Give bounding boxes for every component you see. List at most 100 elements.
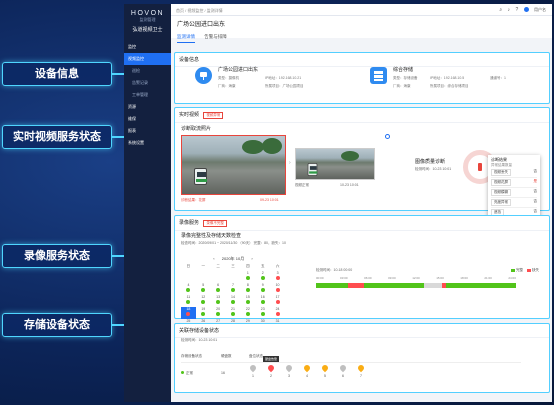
calendar-day[interactable]: 19 <box>196 307 211 319</box>
calendar-day[interactable]: 3 <box>270 271 285 283</box>
nav-item-inspection[interactable]: 巡检 <box>124 65 171 77</box>
tree-shape <box>341 151 359 161</box>
disk-slot-marker <box>248 363 258 373</box>
tree-shape <box>262 138 282 154</box>
calendar-day[interactable]: 20 <box>211 307 226 319</box>
record-title: 录像服务 <box>179 220 200 226</box>
nav-item-alarms[interactable]: 告警记录 <box>124 77 171 89</box>
calendar-header: ‹ 2020年 10月 › <box>181 256 285 262</box>
user-name[interactable]: 用户名 <box>534 7 546 12</box>
calendar-day[interactable]: 15 <box>240 295 255 307</box>
status-dot <box>181 371 184 374</box>
disk-slot[interactable]: 4 <box>302 363 312 378</box>
calendar-day[interactable]: 10 <box>270 283 285 295</box>
popup-row-value: 否 <box>533 199 538 203</box>
calendar-day[interactable]: 5 <box>196 283 211 295</box>
calendar-day[interactable]: 9 <box>255 283 270 295</box>
bus-shape <box>194 168 207 185</box>
day-status-dot <box>260 312 265 316</box>
prev-month-icon[interactable]: ‹ <box>213 256 214 261</box>
day-status-dot <box>230 312 235 316</box>
timeline-segment-ok <box>316 283 348 288</box>
slot-strip: 1 2 硬盘告警 3 4 5 6 7 <box>248 356 366 378</box>
day-status-dot <box>275 312 280 316</box>
calendar-day[interactable]: 18 <box>181 307 196 319</box>
disk-slot[interactable]: 5 <box>320 363 330 378</box>
popup-row-value: 否 <box>533 189 538 193</box>
calendar-day[interactable]: 4 <box>181 283 196 295</box>
nav-item-video-monitor[interactable]: 视频监控 <box>124 53 171 65</box>
calendar-day[interactable]: 14 <box>226 295 241 307</box>
nav-item-tickets[interactable]: 工单管理 <box>124 89 171 101</box>
calendar-day[interactable]: 21 <box>226 307 241 319</box>
disk-slot[interactable]: 2 硬盘告警 <box>263 356 280 378</box>
sidebar: HOVON 监测管理 弘道视频卫士 监控 视频监控 巡检 告警记录 工单管理 资… <box>124 4 171 402</box>
calendar-day[interactable]: 12 <box>196 295 211 307</box>
calendar-day[interactable]: 8 <box>240 283 255 295</box>
calendar-day[interactable]: 1 <box>240 271 255 283</box>
disk-slot[interactable]: 3 <box>284 363 294 378</box>
calendar-day <box>181 271 196 283</box>
calendar-day <box>226 271 241 283</box>
nav-item-monitor[interactable]: 监控 <box>124 41 171 53</box>
day-status-dot <box>216 312 221 316</box>
nav-item-settings[interactable]: 系统设置 <box>124 137 171 149</box>
bell-icon[interactable]: ♪ <box>508 7 511 13</box>
camera-type: 类型：摄像机 <box>218 76 239 80</box>
app-window: HOVON 监测管理 弘道视频卫士 监控 视频监控 巡检 告警记录 工单管理 资… <box>124 4 552 402</box>
small-snapshot[interactable] <box>295 148 375 180</box>
topbar: 首页 / 视频监控 / 监测详情 ⌕ ♪ ? 用户名 <box>171 4 552 16</box>
weekday-label: 五 <box>260 264 265 268</box>
tab-monitor-detail[interactable]: 监测详情 <box>177 32 195 43</box>
day-status-dot <box>260 276 265 280</box>
hour-tick-label: 12:00 <box>412 276 420 280</box>
calendar-day[interactable]: 11 <box>181 295 196 307</box>
video-panel: 实时视频 视频异常 诊断取流照片 诊断结果：花屏 09-23 10:01 › 视… <box>174 107 550 220</box>
quality-time: 检测时间：10-23 10:01 <box>415 167 452 171</box>
storage-table: 存储设备状态 硬盘数 盘位状态 正常 16 1 2 硬盘告警 3 4 5 6 7 <box>181 351 521 381</box>
calendar-day[interactable]: 2 <box>255 271 270 283</box>
day-status-dot <box>201 300 206 304</box>
calendar-day[interactable]: 17 <box>270 295 285 307</box>
calendar-day[interactable]: 23 <box>255 307 270 319</box>
storage-disk-count: 16 <box>221 371 225 375</box>
main-snapshot[interactable] <box>181 135 286 195</box>
calendar-day[interactable]: 6 <box>211 283 226 295</box>
calendar-day[interactable]: 16 <box>255 295 270 307</box>
disk-slot-label: 2 <box>270 374 272 378</box>
calendar-day[interactable]: 24 <box>270 307 285 319</box>
tab-alarm[interactable]: 告警与排障 <box>204 32 227 42</box>
record-status-tag: 录像不完整 <box>203 220 227 227</box>
hour-tick-label: 09:00 <box>388 276 396 280</box>
calendar-day[interactable]: 13 <box>211 295 226 307</box>
help-icon[interactable]: ? <box>515 7 518 13</box>
timeline-segment-gap <box>424 283 442 288</box>
nav-item-reports[interactable]: 报表 <box>124 125 171 137</box>
callout-video-status: 实时视频服务状态 <box>2 125 112 149</box>
camera-card: 广场公园进口出东 类型：摄像机 IP地址：192.168.10.21 厂商：海康… <box>195 65 370 98</box>
disk-slot-label: 4 <box>306 374 308 378</box>
record-legend: 完整 缺失 <box>508 268 539 273</box>
storage-channel: 通道号：1 <box>490 76 506 80</box>
disk-slot-marker <box>302 363 312 373</box>
timeline-segment-ok <box>446 283 516 288</box>
avatar[interactable] <box>523 7 529 13</box>
search-icon[interactable]: ⌕ <box>499 7 502 13</box>
record-panel-title: 录像服务 录像不完整 <box>175 216 549 231</box>
nav-item-resources[interactable]: 资源 <box>124 101 171 113</box>
disk-slot[interactable]: 1 <box>248 363 258 378</box>
popup-row-value: 是 <box>533 179 538 183</box>
breadcrumb[interactable]: 首页 / 视频监控 / 监测详情 <box>176 8 223 13</box>
device-info-panel: 设备信息 广场公园进口出东 类型：摄像机 IP地址：192.168.10.21 … <box>174 52 550 104</box>
nav-item-maintenance[interactable]: 维保 <box>124 113 171 125</box>
location-icon[interactable] <box>385 134 390 139</box>
tab-bar: 监测详情 告警与排障 <box>177 32 546 43</box>
next-month-icon[interactable]: › <box>251 256 252 261</box>
calendar-day[interactable]: 22 <box>240 307 255 319</box>
calendar-day <box>211 271 226 283</box>
bus-shape <box>307 163 318 176</box>
record-timeline[interactable] <box>316 283 516 288</box>
disk-slot[interactable]: 7 <box>356 363 366 378</box>
disk-slot[interactable]: 6 <box>338 363 348 378</box>
calendar-day[interactable]: 7 <box>226 283 241 295</box>
